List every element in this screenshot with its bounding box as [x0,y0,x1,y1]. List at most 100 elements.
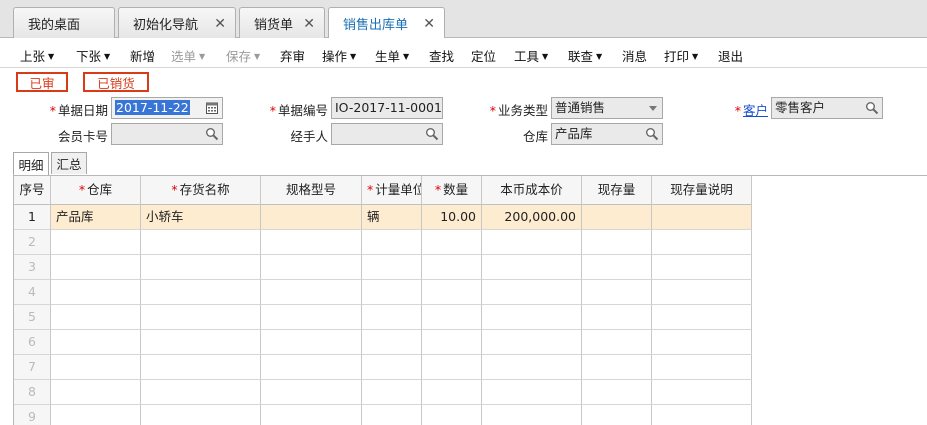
tab-sales-outbound[interactable]: 销售出库单 ✕ [328,7,445,39]
cell[interactable] [51,355,141,380]
message-button[interactable]: 消息 [622,46,647,65]
cell[interactable] [261,405,362,425]
tab-detail[interactable]: 明细 [13,152,49,175]
cell[interactable] [422,255,482,280]
cell[interactable] [51,405,141,425]
search-icon[interactable] [425,127,439,141]
cell[interactable] [362,355,422,380]
generate-button[interactable]: 生单 ▼ [375,46,409,65]
print-button[interactable]: 打印 ▼ [664,46,698,65]
table-row[interactable]: 7 [14,355,752,380]
tab-sales-order[interactable]: 销货单 ✕ [239,7,325,38]
calendar-icon[interactable] [205,101,219,115]
code-field[interactable]: IO-2017-11-0001 [331,97,443,119]
member-card-field[interactable] [111,123,223,145]
cell[interactable] [141,230,261,255]
prev-button[interactable]: 上张 ▼ [20,46,54,65]
cell[interactable] [422,305,482,330]
cell[interactable] [51,280,141,305]
cell[interactable] [51,255,141,280]
table-row[interactable]: 6 [14,330,752,355]
cell[interactable] [422,380,482,405]
cell[interactable] [261,305,362,330]
cell[interactable] [261,330,362,355]
cell-warehouse[interactable]: 产品库 [51,205,141,230]
cell[interactable] [422,230,482,255]
cell[interactable] [362,305,422,330]
cell[interactable] [141,280,261,305]
cell[interactable] [261,380,362,405]
cell[interactable] [261,280,362,305]
tools-button[interactable]: 工具 ▼ [514,46,548,65]
cell[interactable] [141,355,261,380]
close-icon[interactable]: ✕ [214,16,226,32]
new-button[interactable]: 新增 [130,46,155,65]
cell[interactable] [422,405,482,425]
next-button[interactable]: 下张 ▼ [76,46,110,65]
cell[interactable] [482,230,582,255]
cell[interactable] [422,280,482,305]
close-icon[interactable]: ✕ [303,16,315,32]
cell[interactable] [482,305,582,330]
cell[interactable] [362,280,422,305]
cell[interactable] [482,355,582,380]
cell[interactable] [141,330,261,355]
unapprove-button[interactable]: 弃审 [280,46,305,65]
close-icon[interactable]: ✕ [423,16,435,32]
cell[interactable] [362,255,422,280]
cell[interactable] [362,330,422,355]
cell[interactable] [51,230,141,255]
cell[interactable] [362,405,422,425]
cell-spec[interactable] [261,205,362,230]
cell-unit[interactable]: 辆 [362,205,422,230]
customer-field[interactable]: 零售客户 [771,97,883,119]
cell[interactable] [51,305,141,330]
date-field[interactable]: 2017-11-22 [111,97,223,119]
cell[interactable] [261,355,362,380]
link-query-button[interactable]: 联查 ▼ [568,46,602,65]
cell-quantity[interactable]: 10.00 [422,205,482,230]
find-button[interactable]: 查找 [429,46,454,65]
customer-label[interactable]: * 客户 [720,100,768,119]
save-button[interactable]: 保存 ▼ [226,46,260,65]
cell[interactable] [362,230,422,255]
cell[interactable] [482,255,582,280]
cell[interactable] [482,405,582,425]
tab-my-desktop[interactable]: 我的桌面 [13,7,115,38]
cell[interactable] [141,255,261,280]
cell[interactable] [51,380,141,405]
warehouse-field[interactable]: 产品库 [551,123,663,145]
cell[interactable] [141,380,261,405]
cell-cost-price[interactable]: 200,000.00 [482,205,582,230]
cell[interactable] [261,255,362,280]
cell[interactable] [482,330,582,355]
table-row[interactable]: 8 [14,380,752,405]
cell[interactable] [141,305,261,330]
biz-type-select[interactable]: 普通销售 [551,97,663,119]
cell[interactable] [422,355,482,380]
table-row[interactable]: 4 [14,280,752,305]
table-row[interactable]: 9 [14,405,752,425]
search-icon[interactable] [645,127,659,141]
table-row[interactable]: 2 [14,230,752,255]
cell[interactable] [422,330,482,355]
select-order-button[interactable]: 选单 ▼ [171,46,205,65]
search-icon[interactable] [205,127,219,141]
cell[interactable] [482,380,582,405]
cell[interactable] [482,280,582,305]
table-row[interactable]: 1 产品库 小轿车 辆 10.00 200,000.00 [14,205,752,230]
exit-button[interactable]: 退出 [718,46,743,65]
cell[interactable] [261,230,362,255]
table-row[interactable]: 5 [14,305,752,330]
cell[interactable] [362,380,422,405]
tab-init-nav[interactable]: 初始化导航 ✕ [118,7,236,38]
cell-item-name[interactable]: 小轿车 [141,205,261,230]
table-row[interactable]: 3 [14,255,752,280]
handler-field[interactable] [331,123,443,145]
search-icon[interactable] [865,101,879,115]
cell[interactable] [141,405,261,425]
tab-summary[interactable]: 汇总 [51,152,87,174]
cell[interactable] [51,330,141,355]
locate-button[interactable]: 定位 [471,46,496,65]
operate-button[interactable]: 操作 ▼ [322,46,356,65]
